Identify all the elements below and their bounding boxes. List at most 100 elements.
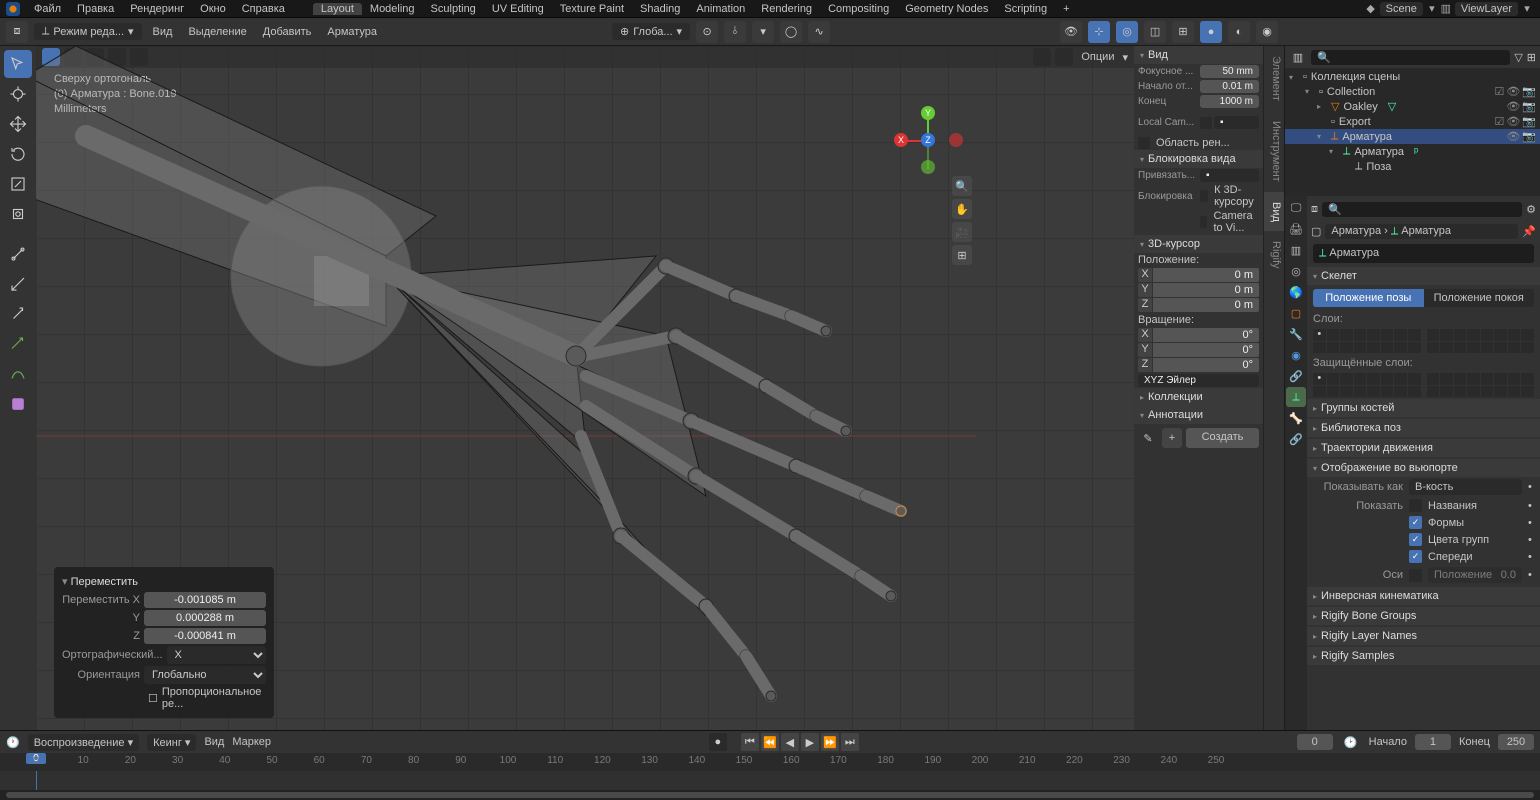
display-as-select[interactable]: В-кость bbox=[1409, 479, 1522, 495]
tool-bone-envelope[interactable] bbox=[4, 360, 32, 388]
checkbox-icon[interactable]: ☑ bbox=[1494, 115, 1504, 128]
outliner-search[interactable]: 🔍 bbox=[1311, 50, 1510, 65]
cursor-z[interactable]: 0 m bbox=[1153, 298, 1259, 312]
outliner-oakley[interactable]: ▸▽Oakley▽👁📷 bbox=[1285, 99, 1540, 114]
show-shapes-checkbox[interactable] bbox=[1409, 516, 1422, 529]
camera-icon[interactable]: 📷 bbox=[1522, 130, 1536, 143]
3d-viewport[interactable]: Опции▾ Сверху ортогональ (0) Арматура : … bbox=[36, 46, 1134, 730]
tool-transform[interactable] bbox=[4, 200, 32, 228]
tool-bone-size[interactable] bbox=[4, 270, 32, 298]
focal-value[interactable]: 50 mm bbox=[1200, 65, 1259, 78]
timeline-scrollbar[interactable] bbox=[0, 790, 1540, 800]
lock-3dcursor-checkbox[interactable] bbox=[1200, 190, 1208, 202]
proptab-viewlayer[interactable]: ▥ bbox=[1286, 240, 1306, 260]
clip-start-value[interactable]: 0.01 m bbox=[1200, 80, 1259, 93]
timeline-editor-icon[interactable]: 🕐 bbox=[6, 736, 20, 749]
props-search[interactable]: 🔍 bbox=[1322, 202, 1522, 217]
workspace-tab-sculpting[interactable]: Sculpting bbox=[423, 3, 484, 15]
eye-icon[interactable]: 👁 bbox=[1506, 115, 1520, 128]
zoom-icon[interactable]: 🔍 bbox=[952, 176, 972, 196]
preview-range-icon[interactable]: 🕑 bbox=[1341, 736, 1361, 749]
shading-rendered-icon[interactable]: ◉ bbox=[1256, 21, 1278, 43]
xray-icon[interactable]: ◫ bbox=[1144, 21, 1166, 43]
camera-icon[interactable]: 📷 bbox=[1522, 100, 1536, 113]
tool-extrude[interactable] bbox=[4, 300, 32, 328]
proptab-modifier[interactable]: 🔧 bbox=[1286, 324, 1306, 344]
proptab-world[interactable]: 🌎 bbox=[1286, 282, 1306, 302]
jump-next-key-icon[interactable]: ⏩ bbox=[821, 733, 839, 751]
cursor-x[interactable]: 0 m bbox=[1153, 268, 1259, 282]
move-z-value[interactable]: -0.000841 m bbox=[144, 628, 266, 644]
workspace-tab-shading[interactable]: Shading bbox=[632, 3, 688, 15]
snap-options-icon[interactable]: ▾ bbox=[752, 21, 774, 43]
axis-select[interactable]: X bbox=[167, 646, 266, 664]
proptab-scene[interactable]: ◎ bbox=[1286, 261, 1306, 281]
jump-end-icon[interactable]: ⏭ bbox=[841, 733, 859, 751]
menu-render[interactable]: Рендеринг bbox=[122, 3, 192, 15]
layers-grid[interactable] bbox=[1313, 329, 1534, 353]
annotation-create-button[interactable]: Создать bbox=[1186, 428, 1259, 448]
menu-help[interactable]: Справка bbox=[234, 3, 293, 15]
move-x-value[interactable]: -0.001085 m bbox=[144, 592, 266, 608]
pan-icon[interactable]: ✋ bbox=[952, 199, 972, 219]
menu-file[interactable]: Файл bbox=[26, 3, 69, 15]
bonegroups-section[interactable]: Группы костей bbox=[1307, 399, 1540, 417]
rotation-mode[interactable]: XYZ Эйлер bbox=[1138, 374, 1259, 387]
props-breadcrumb[interactable]: Арматура › ⟂ Арматура bbox=[1325, 224, 1518, 239]
outliner-pose[interactable]: ⟂Поза bbox=[1285, 159, 1540, 174]
menu-edit[interactable]: Правка bbox=[69, 3, 122, 15]
workspace-tab-scripting[interactable]: Scripting bbox=[996, 3, 1055, 15]
overlay-toggle-icon[interactable]: ◎ bbox=[1116, 21, 1138, 43]
annotation-icon[interactable]: ✎ bbox=[1138, 428, 1158, 448]
cursor-ry[interactable]: 0° bbox=[1153, 343, 1259, 357]
editor-type-icon[interactable]: ⧈ bbox=[6, 21, 28, 43]
proptab-bone[interactable]: 🦴 bbox=[1286, 408, 1306, 428]
visibility-icon[interactable]: 👁 bbox=[1060, 21, 1082, 43]
snap-toggle-icon[interactable]: ⫰ bbox=[724, 21, 746, 43]
scene-selector[interactable]: Scene bbox=[1380, 2, 1423, 16]
proptab-armature-data[interactable]: ⟂ bbox=[1286, 387, 1306, 407]
play-icon[interactable]: ▶ bbox=[801, 733, 819, 751]
header-menu-view[interactable]: Вид bbox=[148, 26, 178, 38]
proptab-physics[interactable]: ◉ bbox=[1286, 345, 1306, 365]
workspace-tab-uvediting[interactable]: UV Editing bbox=[484, 3, 552, 15]
pose-position-toggle[interactable]: Положение позыПоложение покоя bbox=[1313, 289, 1534, 307]
frame-start[interactable]: 1 bbox=[1415, 734, 1451, 750]
orient-select[interactable]: Глобально bbox=[144, 666, 266, 684]
tool-scale[interactable] bbox=[4, 170, 32, 198]
tool-shear[interactable] bbox=[4, 330, 32, 358]
proportional-falloff-icon[interactable]: ∿ bbox=[808, 21, 830, 43]
current-frame[interactable]: 0 bbox=[1297, 734, 1333, 750]
renderregion-checkbox[interactable] bbox=[1138, 137, 1150, 149]
show-names-checkbox[interactable] bbox=[1409, 499, 1422, 512]
npanel-tab-element[interactable]: Элемент bbox=[1264, 46, 1284, 111]
proptab-output[interactable]: 🖨 bbox=[1286, 219, 1306, 239]
viewlayer-selector[interactable]: ViewLayer bbox=[1455, 2, 1518, 16]
tool-select-box[interactable] bbox=[4, 50, 32, 78]
camera-icon[interactable]: 📷 bbox=[1522, 85, 1536, 98]
play-reverse-icon[interactable]: ◀ bbox=[781, 733, 799, 751]
tool-custom[interactable] bbox=[4, 390, 32, 418]
npanel-tab-view[interactable]: Вид bbox=[1264, 192, 1284, 232]
poselib-section[interactable]: Библиотека поз bbox=[1307, 419, 1540, 437]
persp-ortho-icon[interactable]: ⊞ bbox=[952, 245, 972, 265]
workspace-tab-geometrynodes[interactable]: Geometry Nodes bbox=[897, 3, 996, 15]
ik-section[interactable]: Инверсная кинематика bbox=[1307, 587, 1540, 605]
pin-icon[interactable]: 📌 bbox=[1522, 225, 1536, 238]
lock-object-field[interactable]: ▪ bbox=[1200, 169, 1259, 182]
proptab-bone-constraint[interactable]: 🔗 bbox=[1286, 429, 1306, 449]
proptab-constraint[interactable]: 🔗 bbox=[1286, 366, 1306, 386]
npanel-collections-header[interactable]: Коллекции bbox=[1134, 388, 1263, 406]
scene-new-icon[interactable]: ▾ bbox=[1425, 2, 1439, 16]
shading-solid-icon[interactable]: ● bbox=[1200, 21, 1222, 43]
lock-camera-checkbox[interactable] bbox=[1200, 216, 1207, 228]
show-axes-checkbox[interactable] bbox=[1409, 569, 1422, 582]
nav-gizmo[interactable]: X Y Z bbox=[894, 106, 964, 176]
viewport-display-section[interactable]: Отображение во вьюпорте bbox=[1307, 459, 1540, 477]
header-menu-armature[interactable]: Арматура bbox=[322, 26, 382, 38]
orientation-selector[interactable]: ⊕ Глоба... ▾ bbox=[612, 23, 690, 40]
npanel-tab-rigify[interactable]: Rigify bbox=[1264, 231, 1284, 279]
props-editor-icon[interactable]: ⧈ bbox=[1311, 203, 1318, 216]
proportional-icon[interactable]: ◯ bbox=[780, 21, 802, 43]
frame-end[interactable]: 250 bbox=[1498, 734, 1534, 750]
